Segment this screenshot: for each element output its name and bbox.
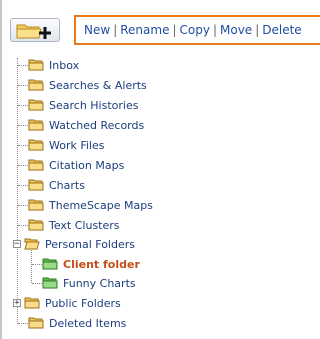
tree-connector <box>17 58 18 324</box>
folder-icon <box>28 119 44 131</box>
tree-item-client-folder[interactable]: Client folder <box>42 256 140 272</box>
tree-item-label: Searches & Alerts <box>49 78 147 92</box>
tree-item-label: Search Histories <box>49 98 139 112</box>
tree-connector <box>18 105 28 106</box>
tree-connector <box>18 65 28 66</box>
tree-connector <box>32 283 42 284</box>
tree-item-deleted-items[interactable]: Deleted Items <box>28 315 126 331</box>
tree-connector <box>18 85 28 86</box>
tree-item-label: Client folder <box>63 257 140 271</box>
green-folder-icon <box>42 258 58 270</box>
tree-item-label: Personal Folders <box>45 237 135 251</box>
tree-item-work-files[interactable]: Work Files <box>28 137 105 153</box>
tree-item-label: Citation Maps <box>49 158 125 172</box>
tree-item-themescape-maps[interactable]: ThemeScape Maps <box>28 197 153 213</box>
folder-icon <box>28 79 44 91</box>
tree-connector <box>18 125 28 126</box>
tree-connector <box>18 225 28 226</box>
tree-item-search-histories[interactable]: Search Histories <box>28 97 138 113</box>
folder-tree: − + Inbox Searches & Alerts Search Histo… <box>0 0 311 339</box>
green-folder-icon <box>42 277 58 289</box>
tree-item-inbox[interactable]: Inbox <box>28 57 79 73</box>
tree-item-citation-maps[interactable]: Citation Maps <box>28 157 124 173</box>
expand-toggle[interactable]: + <box>13 299 21 308</box>
tree-item-label: Watched Records <box>49 118 145 132</box>
tree-item-label: Work Files <box>49 138 105 152</box>
folder-icon <box>28 317 44 329</box>
tree-connector <box>32 264 42 265</box>
tree-item-label: Deleted Items <box>49 316 127 330</box>
folder-icon <box>28 199 44 211</box>
tree-item-charts[interactable]: Charts <box>28 177 85 193</box>
tree-connector <box>18 165 28 166</box>
tree-item-label: Public Folders <box>45 296 121 310</box>
tree-item-personal-folders[interactable]: Personal Folders <box>24 236 135 252</box>
tree-item-label: Charts <box>49 178 85 192</box>
tree-item-text-clusters[interactable]: Text Clusters <box>28 217 120 233</box>
collapse-toggle[interactable]: − <box>13 240 21 249</box>
folder-icon <box>28 219 44 231</box>
tree-item-label: Funny Charts <box>63 276 136 290</box>
tree-connector <box>18 323 28 324</box>
folder-icon <box>24 297 40 309</box>
tree-item-label: Inbox <box>49 58 80 72</box>
folder-icon <box>28 59 44 71</box>
tree-item-searches-alerts[interactable]: Searches & Alerts <box>28 77 147 93</box>
tree-item-funny-charts[interactable]: Funny Charts <box>42 275 136 291</box>
tree-item-public-folders[interactable]: Public Folders <box>24 295 121 311</box>
tree-connector <box>18 145 28 146</box>
tree-connector <box>18 205 28 206</box>
tree-item-label: ThemeScape Maps <box>49 198 153 212</box>
open-folder-icon <box>24 238 40 250</box>
tree-item-label: Text Clusters <box>49 218 120 232</box>
tree-connector <box>31 248 32 283</box>
folder-icon <box>28 179 44 191</box>
folder-icon <box>28 159 44 171</box>
folder-icon <box>28 139 44 151</box>
folder-icon <box>28 99 44 111</box>
tree-item-watched-records[interactable]: Watched Records <box>28 117 144 133</box>
tree-connector <box>18 185 28 186</box>
